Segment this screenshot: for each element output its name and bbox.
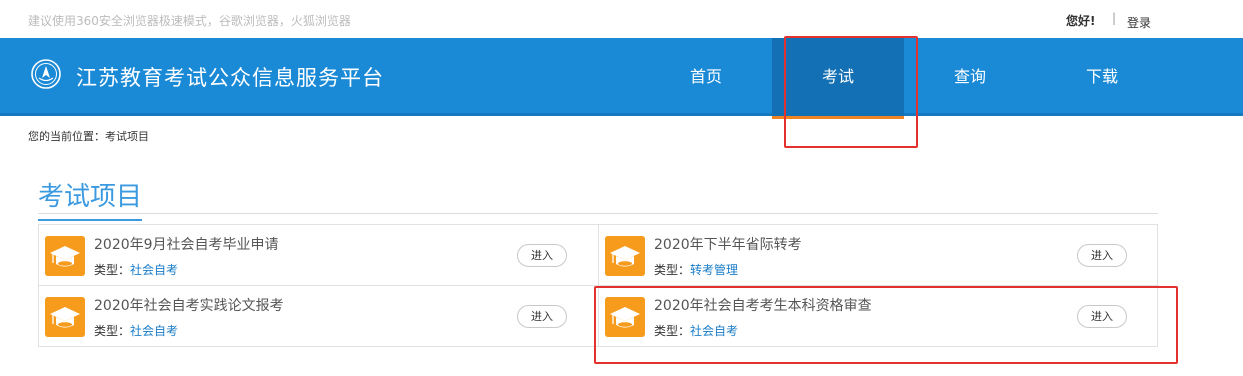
project-title[interactable]: 2020年社会自考实践论文报考: [94, 295, 284, 315]
enter-button[interactable]: 进入: [1077, 244, 1127, 267]
graduation-cap-icon: [45, 297, 85, 337]
graduation-cap-icon: [605, 297, 645, 337]
project-title[interactable]: 2020年9月社会自考毕业申请: [94, 234, 279, 254]
project-type: 类型：转考管理: [654, 261, 738, 278]
project-type: 类型：社会自考: [94, 322, 178, 339]
nav-download[interactable]: 下载: [1036, 38, 1168, 116]
site-header: 江苏教育考试公众信息服务平台 首页 考试 查询 下载: [0, 38, 1243, 119]
project-type: 类型：社会自考: [94, 261, 178, 278]
top-notice-bar: 建议使用360安全浏览器极速模式，谷歌浏览器，火狐浏览器 您好! | 登录: [0, 0, 1243, 38]
type-label: 类型：: [654, 324, 691, 338]
project-card: 2020年下半年省际转考 类型：转考管理 进入: [599, 225, 1159, 286]
type-label: 类型：: [654, 263, 691, 277]
graduation-cap-icon: [45, 236, 85, 276]
project-grid: 2020年9月社会自考毕业申请 类型：社会自考 进入 2020年下半年省际转考 …: [38, 224, 1159, 347]
separator: |: [1112, 11, 1117, 25]
greeting-text: 您好!: [1066, 14, 1096, 28]
nav-query[interactable]: 查询: [904, 38, 1036, 116]
project-card: 2020年社会自考考生本科资格审查 类型：社会自考 进入: [599, 286, 1159, 347]
project-type: 类型：社会自考: [654, 322, 738, 339]
type-value[interactable]: 社会自考: [690, 324, 738, 338]
type-value[interactable]: 社会自考: [130, 324, 178, 338]
project-card: 2020年社会自考实践论文报考 类型：社会自考 进入: [39, 286, 599, 347]
nav-home[interactable]: 首页: [640, 38, 772, 116]
enter-button[interactable]: 进入: [1077, 305, 1127, 328]
emblem-icon: [31, 59, 61, 89]
section-divider: [38, 213, 1158, 214]
nav-exam[interactable]: 考试: [772, 38, 904, 119]
project-card: 2020年9月社会自考毕业申请 类型：社会自考 进入: [39, 225, 599, 286]
type-label: 类型：: [94, 324, 131, 338]
enter-button[interactable]: 进入: [517, 244, 567, 267]
project-title[interactable]: 2020年社会自考考生本科资格审查: [654, 295, 872, 315]
section-title: 考试项目: [38, 176, 143, 221]
type-value[interactable]: 社会自考: [130, 263, 178, 277]
breadcrumb: 您的当前位置：考试项目: [28, 130, 149, 143]
project-title[interactable]: 2020年下半年省际转考: [654, 234, 802, 254]
graduation-cap-icon: [605, 236, 645, 276]
site-title: 江苏教育考试公众信息服务平台: [76, 66, 384, 90]
login-link[interactable]: 登录: [1127, 14, 1151, 31]
enter-button[interactable]: 进入: [517, 305, 567, 328]
type-label: 类型：: [94, 263, 131, 277]
type-value[interactable]: 转考管理: [690, 263, 738, 277]
browser-notice: 建议使用360安全浏览器极速模式，谷歌浏览器，火狐浏览器: [28, 14, 351, 28]
